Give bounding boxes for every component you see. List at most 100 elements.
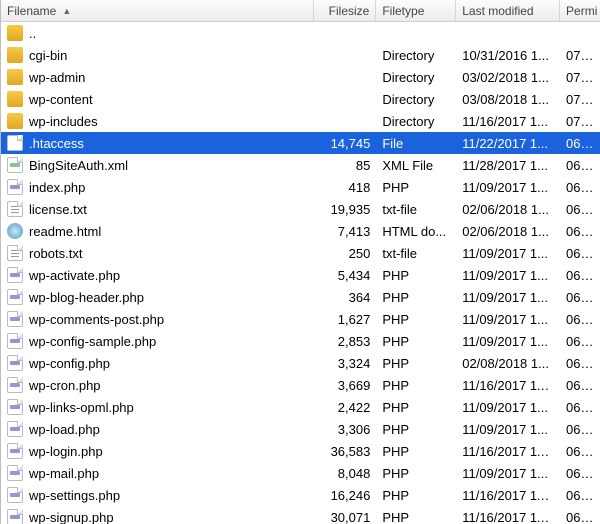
file-row[interactable]: readme.html7,413HTML do...02/06/2018 1..… <box>1 220 600 242</box>
cell-filetype: File <box>376 136 456 151</box>
file-row[interactable]: wp-config.php3,324PHP02/08/2018 1...0644 <box>1 352 600 374</box>
cell-filetype: Directory <box>376 70 456 85</box>
file-row[interactable]: wp-includesDirectory11/16/2017 1...0755 <box>1 110 600 132</box>
txt-file-icon <box>7 201 23 217</box>
filename-label: wp-cron.php <box>29 378 101 393</box>
cell-filename: wp-blog-header.php <box>1 289 314 305</box>
cell-last-modified: 11/09/2017 1... <box>456 466 560 481</box>
file-row[interactable]: BingSiteAuth.xml 85XML File11/28/2017 1..… <box>1 154 600 176</box>
header-last-modified[interactable]: Last modified <box>456 0 560 21</box>
cell-permissions: 0644 <box>560 444 600 459</box>
file-row[interactable]: wp-adminDirectory03/02/2018 1...0755 <box>1 66 600 88</box>
filename-label: BingSiteAuth.xml <box>29 158 128 173</box>
cell-filesize: 85 <box>314 158 376 173</box>
file-rows: ..cgi-binDirectory10/31/2016 1...0755wp-… <box>1 22 600 524</box>
cell-filesize: 3,669 <box>314 378 376 393</box>
php-file-icon <box>7 311 23 327</box>
header-filetype[interactable]: Filetype <box>376 0 456 21</box>
file-row[interactable]: wp-login.php36,583PHP11/16/2017 11...064… <box>1 440 600 462</box>
cell-permissions: 0644 <box>560 158 600 173</box>
cell-filetype: txt-file <box>376 202 456 217</box>
cell-filename: wp-config.php <box>1 355 314 371</box>
cell-filetype: PHP <box>376 378 456 393</box>
file-row[interactable]: wp-signup.php30,071PHP11/16/2017 11...06… <box>1 506 600 524</box>
cell-filename: wp-includes <box>1 113 314 129</box>
cell-permissions: 0644 <box>560 246 600 261</box>
cell-filesize: 418 <box>314 180 376 195</box>
file-row[interactable]: .. <box>1 22 600 44</box>
cell-permissions: 0644 <box>560 378 600 393</box>
file-row[interactable]: wp-links-opml.php2,422PHP11/09/2017 1...… <box>1 396 600 418</box>
php-file-icon <box>7 179 23 195</box>
cell-permissions: 0755 <box>560 114 600 129</box>
cell-permissions: 0644 <box>560 224 600 239</box>
cell-last-modified: 11/16/2017 11... <box>456 444 560 459</box>
header-filesize-label: Filesize <box>329 4 370 18</box>
folder-icon <box>7 25 23 41</box>
header-filename-label: Filename <box>7 4 56 18</box>
folder-icon <box>7 113 23 129</box>
file-row[interactable]: wp-contentDirectory03/08/2018 1...0755 <box>1 88 600 110</box>
file-row[interactable]: wp-settings.php16,246PHP11/16/2017 11...… <box>1 484 600 506</box>
file-row[interactable]: robots.txt250txt-file11/09/2017 1...0644 <box>1 242 600 264</box>
cell-filename: wp-activate.php <box>1 267 314 283</box>
file-row[interactable]: wp-mail.php8,048PHP11/09/2017 1...0644 <box>1 462 600 484</box>
header-filename[interactable]: Filename ▲ <box>1 0 314 21</box>
filename-label: wp-login.php <box>29 444 103 459</box>
file-row[interactable]: wp-blog-header.php364PHP11/09/2017 1...0… <box>1 286 600 308</box>
cell-filetype: XML File <box>376 158 456 173</box>
cell-filesize: 3,306 <box>314 422 376 437</box>
cell-permissions: 0644 <box>560 356 600 371</box>
header-filetype-label: Filetype <box>382 4 424 18</box>
filename-label: wp-links-opml.php <box>29 400 134 415</box>
cell-filename: .htaccess <box>1 135 314 151</box>
cell-last-modified: 11/28/2017 1... <box>456 158 560 173</box>
cell-last-modified: 11/09/2017 1... <box>456 180 560 195</box>
cell-filetype: PHP <box>376 400 456 415</box>
cell-permissions: 0755 <box>560 92 600 107</box>
cell-filename: BingSiteAuth.xml <box>1 157 314 173</box>
file-row[interactable]: .htaccess14,745File11/22/2017 1...0644 <box>1 132 600 154</box>
file-row[interactable]: wp-cron.php3,669PHP11/16/2017 11...0644 <box>1 374 600 396</box>
cell-filetype: PHP <box>376 422 456 437</box>
filename-label: .. <box>29 26 36 41</box>
cell-filetype: PHP <box>376 180 456 195</box>
folder-icon <box>7 47 23 63</box>
file-row[interactable]: wp-load.php3,306PHP11/09/2017 1...0644 <box>1 418 600 440</box>
cell-filename: wp-comments-post.php <box>1 311 314 327</box>
cell-filetype: PHP <box>376 290 456 305</box>
cell-filesize: 2,853 <box>314 334 376 349</box>
header-permissions-label: Permi <box>566 4 597 18</box>
file-row[interactable]: license.txt19,935txt-file02/06/2018 1...… <box>1 198 600 220</box>
txt-file-icon <box>7 245 23 261</box>
cell-filetype: PHP <box>376 466 456 481</box>
file-row[interactable]: wp-config-sample.php2,853PHP11/09/2017 1… <box>1 330 600 352</box>
cell-filesize: 36,583 <box>314 444 376 459</box>
file-row[interactable]: wp-comments-post.php1,627PHP11/09/2017 1… <box>1 308 600 330</box>
file-row[interactable]: index.php418PHP11/09/2017 1...0644 <box>1 176 600 198</box>
cell-permissions: 0755 <box>560 70 600 85</box>
file-row[interactable]: wp-activate.php5,434PHP11/09/2017 1...06… <box>1 264 600 286</box>
header-filesize[interactable]: Filesize <box>314 0 376 21</box>
cell-permissions: 0644 <box>560 400 600 415</box>
cell-filename: wp-settings.php <box>1 487 314 503</box>
cell-permissions: 0644 <box>560 312 600 327</box>
php-file-icon <box>7 487 23 503</box>
php-file-icon <box>7 377 23 393</box>
cell-filesize: 5,434 <box>314 268 376 283</box>
cell-filetype: Directory <box>376 48 456 63</box>
cell-last-modified: 10/31/2016 1... <box>456 48 560 63</box>
cell-permissions: 0644 <box>560 466 600 481</box>
file-row[interactable]: cgi-binDirectory10/31/2016 1...0755 <box>1 44 600 66</box>
cell-last-modified: 11/09/2017 1... <box>456 246 560 261</box>
filename-label: wp-comments-post.php <box>29 312 164 327</box>
cell-last-modified: 02/08/2018 1... <box>456 356 560 371</box>
cell-filetype: txt-file <box>376 246 456 261</box>
filename-label: .htaccess <box>29 136 84 151</box>
filename-label: wp-signup.php <box>29 510 114 524</box>
cell-filesize: 16,246 <box>314 488 376 503</box>
header-permissions[interactable]: Permi <box>560 0 600 21</box>
cell-filetype: PHP <box>376 356 456 371</box>
filename-label: wp-config-sample.php <box>29 334 156 349</box>
html-globe-icon <box>7 223 23 239</box>
